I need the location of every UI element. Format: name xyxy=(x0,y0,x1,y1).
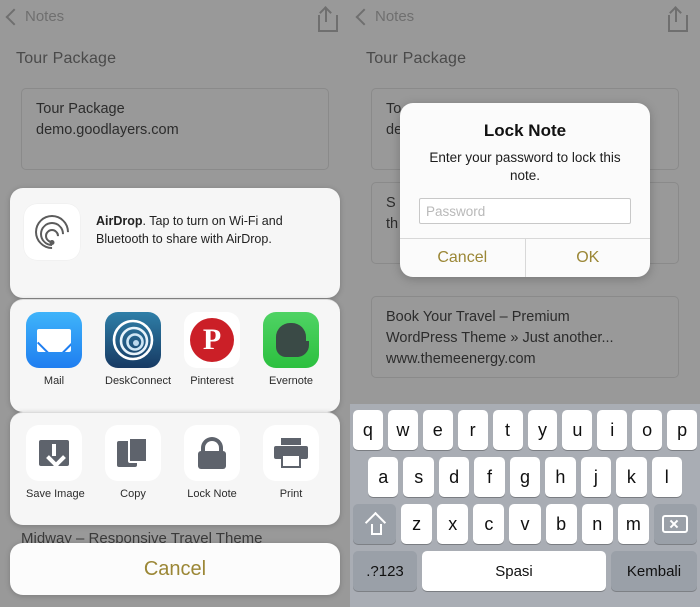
key-y[interactable]: y xyxy=(527,410,558,450)
left-navbar: Notes xyxy=(0,0,350,36)
action-label: Print xyxy=(279,488,303,500)
lock-icon xyxy=(184,425,240,481)
key-l[interactable]: l xyxy=(651,457,682,497)
deskconnect-icon xyxy=(105,312,161,368)
key-h[interactable]: h xyxy=(545,457,576,497)
key-z[interactable]: z xyxy=(401,504,433,544)
dialog-ok-button[interactable]: OK xyxy=(524,239,651,278)
share-app-evernote[interactable]: Evernote xyxy=(263,312,319,387)
share-icon[interactable] xyxy=(316,6,338,32)
airdrop-icon xyxy=(24,204,80,260)
airdrop-bold-label: AirDrop xyxy=(96,214,143,228)
shift-key[interactable] xyxy=(353,504,396,544)
back-label: Notes xyxy=(375,8,415,25)
key-p[interactable]: p xyxy=(667,410,698,450)
key-c[interactable]: c xyxy=(473,504,505,544)
copy-icon xyxy=(105,425,161,481)
key-n[interactable]: n xyxy=(581,504,613,544)
right-navbar: Notes xyxy=(350,0,700,36)
page-title: Tour Package xyxy=(16,50,117,67)
key-r[interactable]: r xyxy=(457,410,488,450)
note-card-line1: Tour Package xyxy=(36,101,125,117)
key-j[interactable]: j xyxy=(580,457,612,497)
pinterest-icon: P xyxy=(184,312,240,368)
share-app-pinterest[interactable]: P Pinterest xyxy=(184,312,240,387)
key-o[interactable]: o xyxy=(632,410,663,450)
key-v[interactable]: v xyxy=(509,504,541,544)
back-label: Notes xyxy=(25,8,65,25)
numbers-key[interactable]: .?123 xyxy=(353,551,417,591)
cancel-button[interactable]: Cancel xyxy=(10,543,340,595)
share-app-deskconnect[interactable]: DeskConnect xyxy=(105,312,172,387)
share-app-label: DeskConnect xyxy=(105,375,172,387)
key-d[interactable]: d xyxy=(438,457,470,497)
keyboard-row-3: z x c v b n m xyxy=(350,504,700,544)
key-w[interactable]: w xyxy=(387,410,418,450)
action-lock-note[interactable]: Lock Note xyxy=(184,425,240,500)
keyboard-row-4: .?123 Spasi Kembali xyxy=(350,551,700,591)
cancel-label: Cancel xyxy=(143,557,207,580)
keyboard-row-1: q w e r t y u i o p xyxy=(350,410,700,450)
key-b[interactable]: b xyxy=(545,504,577,544)
password-input[interactable] xyxy=(419,198,631,225)
action-save-image[interactable]: Save Image xyxy=(26,425,85,500)
save-image-icon xyxy=(26,425,82,481)
key-k[interactable]: k xyxy=(616,457,647,497)
note-card-line3: www.themeenergy.com xyxy=(386,351,536,368)
share-icon[interactable] xyxy=(666,6,688,32)
mail-icon xyxy=(26,312,82,368)
screenshot-root: Notes Tour Package Tour Package demo.goo… xyxy=(0,0,700,607)
dialog-message: Enter your password to lock this note. xyxy=(429,150,621,184)
airdrop-section[interactable]: AirDrop. Tap to turn on Wi-Fi and Blueto… xyxy=(10,188,340,298)
key-g[interactable]: g xyxy=(509,457,541,497)
action-label: Save Image xyxy=(26,488,85,500)
onscreen-keyboard: q w e r t y u i o p a s d f g h j k l z … xyxy=(350,404,700,607)
keyboard-row-2: a s d f g h j k l xyxy=(350,457,700,497)
note-card-line2: demo.goodlayers.com xyxy=(36,122,179,139)
airdrop-text: AirDrop. Tap to turn on Wi-Fi and Blueto… xyxy=(96,204,326,248)
note-card-line1: Book Your Travel – Premium xyxy=(386,309,570,325)
backspace-icon xyxy=(662,515,689,533)
share-app-label: Evernote xyxy=(268,375,314,387)
note-card[interactable]: Book Your Travel – Premium WordPress The… xyxy=(371,296,679,378)
print-icon xyxy=(263,425,319,481)
action-print[interactable]: Print xyxy=(263,425,319,500)
note-card-line2: WordPress Theme » Just another... xyxy=(386,330,614,347)
return-key[interactable]: Kembali xyxy=(611,551,697,591)
back-button[interactable]: Notes xyxy=(355,8,415,25)
chevron-left-icon xyxy=(355,8,373,25)
share-app-label: Pinterest xyxy=(190,375,234,387)
share-apps-row: Mail DeskConnect P Pinterest Evernote xyxy=(10,299,340,412)
right-screen: Notes Tour Package To de S th Book Your … xyxy=(350,0,700,607)
key-f[interactable]: f xyxy=(474,457,505,497)
dialog-title: Lock Note xyxy=(483,121,567,140)
key-s[interactable]: s xyxy=(403,457,434,497)
key-a[interactable]: a xyxy=(368,457,399,497)
key-x[interactable]: x xyxy=(437,504,469,544)
chevron-left-icon xyxy=(5,8,23,25)
share-actions-row: Save Image Copy Lock Note Print xyxy=(10,412,340,525)
share-app-mail[interactable]: Mail xyxy=(26,312,82,387)
key-u[interactable]: u xyxy=(562,410,593,450)
key-t[interactable]: t xyxy=(492,410,523,450)
action-copy[interactable]: Copy xyxy=(105,425,161,500)
key-m[interactable]: m xyxy=(617,504,649,544)
evernote-icon xyxy=(263,312,319,368)
left-screen: Notes Tour Package Tour Package demo.goo… xyxy=(0,0,350,607)
key-i[interactable]: i xyxy=(597,410,628,450)
page-title: Tour Package xyxy=(366,50,467,67)
share-app-label: Mail xyxy=(43,375,65,387)
key-q[interactable]: q xyxy=(352,410,383,450)
shift-icon xyxy=(365,515,385,535)
dialog-cancel-button[interactable]: Cancel xyxy=(400,239,525,277)
action-label: Copy xyxy=(120,488,146,500)
note-card[interactable]: Tour Package demo.goodlayers.com xyxy=(21,88,329,170)
key-e[interactable]: e xyxy=(422,410,453,450)
back-button[interactable]: Notes xyxy=(5,8,65,25)
backspace-key[interactable] xyxy=(653,504,697,544)
space-key[interactable]: Spasi xyxy=(422,551,606,591)
action-label: Lock Note xyxy=(187,488,237,500)
lock-note-dialog: Lock Note Enter your password to lock th… xyxy=(400,103,651,278)
